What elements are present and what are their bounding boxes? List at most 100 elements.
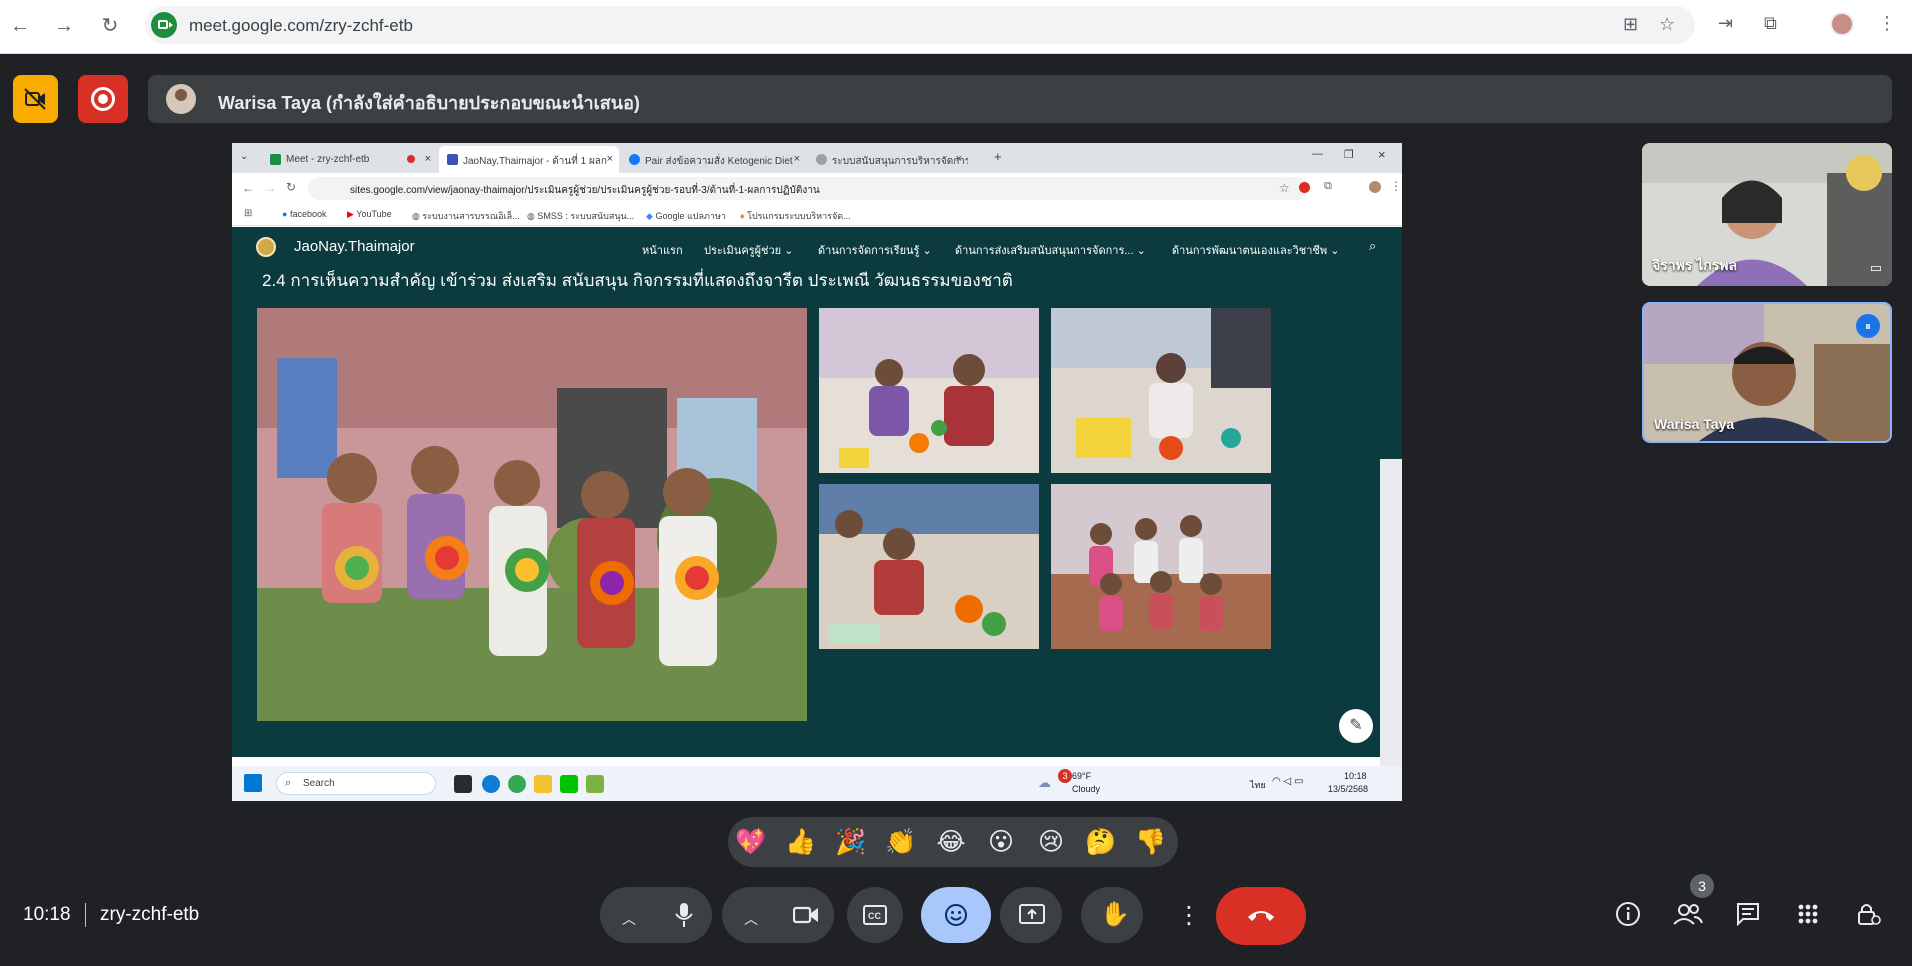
line-icon [560, 775, 578, 793]
bookmark-program: ♦ โปรแกรมระบบบริหารจัด... [740, 211, 851, 221]
extensions-icon[interactable]: ⧉ [1764, 13, 1777, 34]
activities-button[interactable] [1792, 900, 1824, 932]
meeting-info-button[interactable] [1612, 900, 1644, 932]
inner-star-icon: ☆ [1279, 181, 1290, 195]
close-icon: × [793, 153, 800, 165]
star-icon[interactable]: ☆ [1659, 14, 1675, 35]
camera-icon [793, 906, 818, 924]
photo-boys-building [819, 308, 1039, 473]
reload-icon[interactable]: ↻ [96, 12, 124, 40]
search-icon: ⌕ [285, 777, 292, 789]
people-count-badge: 3 [1690, 874, 1714, 898]
meet-site-icon[interactable] [151, 12, 177, 38]
bookmarks-bar: ⊞ ● facebook ▶ YouTube ◍ ระบบงานสารบรรณอ… [232, 204, 1402, 226]
apps-icon: ⊞ [244, 208, 253, 219]
participant-tile[interactable]: จิราพร ไกรพล ▭ [1642, 143, 1892, 286]
photo-children-group [257, 308, 807, 721]
reaction-laugh[interactable]: 😂 [933, 826, 969, 858]
inner-menu-icon: ⋮ [1390, 179, 1402, 193]
site-search-icon: ⌕ [1369, 238, 1377, 253]
host-controls-button[interactable] [1852, 900, 1884, 932]
reaction-thumbs-up[interactable]: 👍 [783, 826, 819, 858]
taskbar-search-label: Search [303, 778, 335, 789]
presenter-banner: Warisa Taya (กำลังใส่คำอธิบายประกอบขณะนำ… [148, 75, 1892, 123]
forward-icon[interactable]: → [50, 12, 78, 40]
inner-side-panel [1380, 459, 1402, 801]
camera-control: ︿ [722, 887, 834, 943]
globe-favicon [816, 154, 827, 165]
inner-tab-meet: Meet - zry-zchf-etb × [262, 146, 437, 173]
present-icon [1019, 904, 1045, 924]
facebook-favicon [629, 154, 640, 165]
participant-name: Warisa Taya [1654, 416, 1735, 432]
inner-reload-icon: ↻ [286, 180, 297, 194]
more-options-button[interactable]: ⋮ [1155, 887, 1211, 943]
reaction-surprised[interactable]: 😮 [983, 826, 1019, 858]
meet-favicon [270, 154, 281, 165]
site-nav-development: ด้านการพัฒนาตนเองและวิชาชีพ ⌄ [1172, 245, 1340, 257]
host-controls-icon [1858, 904, 1881, 925]
site-nav-learning: ด้านการจัดการเรียนรู้ ⌄ [818, 245, 932, 257]
inner-tab-label: JaoNay.Thaimajor - ด้านที่ 1 ผลก [463, 156, 607, 167]
raise-hand-button[interactable]: ✋ [1081, 887, 1143, 943]
site-nav-assessment: ประเมินครูผู้ช่วย ⌄ [704, 245, 794, 257]
photo-boy-floor [819, 484, 1039, 649]
mic-control: ︿ [600, 887, 712, 943]
inner-tab-site: JaoNay.Thaimajor - ด้านที่ 1 ผลก × [439, 146, 619, 173]
recording-indicator[interactable] [78, 75, 128, 123]
presenter-status: Warisa Taya (กำลังใส่คำอธิบายประกอบขณะนำ… [218, 93, 640, 113]
inner-forward-icon: → [264, 181, 276, 195]
meeting-code: zry-zchf-etb [100, 904, 200, 925]
address-bar[interactable]: meet.google.com/zry-zchf-etb ⊞ ☆ [145, 6, 1695, 44]
edge-icon [482, 775, 500, 793]
close-icon: × [606, 153, 613, 165]
inner-tab-pair: Pair ส่งข้อความสั่ง Ketogenic Diet × [621, 146, 806, 173]
reaction-thumbs-down[interactable]: 👎 [1133, 826, 1169, 858]
captions-button[interactable]: CC [847, 887, 903, 943]
taskview-icon [454, 775, 472, 793]
emoji-button[interactable] [921, 887, 991, 943]
bookmark-saraban: ◍ ระบบงานสารบรรณอิเล็... [412, 211, 520, 221]
info-icon [1616, 902, 1640, 926]
reaction-sad[interactable]: 😢 [1033, 826, 1069, 858]
translate-icon[interactable]: ⊞ [1623, 14, 1638, 35]
chevron-up-icon[interactable]: ︿ [622, 909, 636, 929]
reaction-thinking[interactable]: 🤔 [1083, 826, 1119, 858]
menu-icon[interactable]: ⋮ [1878, 13, 1896, 34]
leave-call-button[interactable] [1216, 887, 1306, 945]
more-icon: ⋮ [1177, 902, 1201, 929]
browser-toolbar: ← → ↻ meet.google.com/zry-zchf-etb ⊞ ☆ ⇥… [0, 0, 1912, 54]
participant-tile-active[interactable]: ⏸ Warisa Taya [1642, 302, 1892, 443]
reaction-party[interactable]: 🎉 [833, 826, 869, 858]
photo-girl-building [1051, 308, 1271, 473]
emoji-icon [945, 904, 967, 926]
mic-icon [675, 903, 693, 927]
close-icon: × [955, 153, 962, 165]
mic-button[interactable] [656, 887, 712, 943]
activities-icon [1798, 904, 1818, 924]
reaction-clap[interactable]: 👏 [883, 826, 919, 858]
back-icon[interactable]: ← [6, 12, 34, 40]
chat-icon [1737, 903, 1759, 927]
chat-button[interactable] [1732, 900, 1764, 932]
svg-text:CC: CC [868, 911, 881, 921]
site-navigation: JaoNay.Thaimajor หน้าแรก ประเมินครูผู้ช่… [232, 227, 1402, 267]
meeting-time: 10:18 [23, 904, 71, 925]
reaction-heart[interactable]: 💖 [733, 826, 769, 858]
camera-off-icon [24, 88, 46, 110]
reactions-bar: 💖 👍 🎉 👏 😂 😮 😢 🤔 👎 [728, 817, 1178, 867]
site-nav-support: ด้านการส่งเสริมสนับสนุนการจัดการ... ⌄ [955, 245, 1146, 257]
inner-tab-smss: ระบบสนับสนุนการบริหารจัดการสถา × [808, 146, 968, 173]
captions-icon: CC [863, 905, 887, 925]
sign-in-icon[interactable]: ⇥ [1718, 13, 1733, 34]
site-content: 2.4 การเห็นความสำคัญ เข้าร่วม ส่งเสริม ส… [232, 267, 1402, 757]
camera-button[interactable] [778, 887, 834, 943]
people-button[interactable] [1672, 900, 1704, 932]
profile-avatar[interactable] [1830, 12, 1854, 36]
shared-screen: ⌄ Meet - zry-zchf-etb × JaoNay.Thaimajor… [232, 143, 1402, 801]
chevron-up-icon[interactable]: ︿ [744, 909, 758, 929]
camera-off-indicator[interactable] [13, 75, 58, 123]
app-icon [586, 775, 604, 793]
present-button[interactable] [1000, 887, 1062, 943]
minimize-icon: — [1312, 148, 1323, 160]
